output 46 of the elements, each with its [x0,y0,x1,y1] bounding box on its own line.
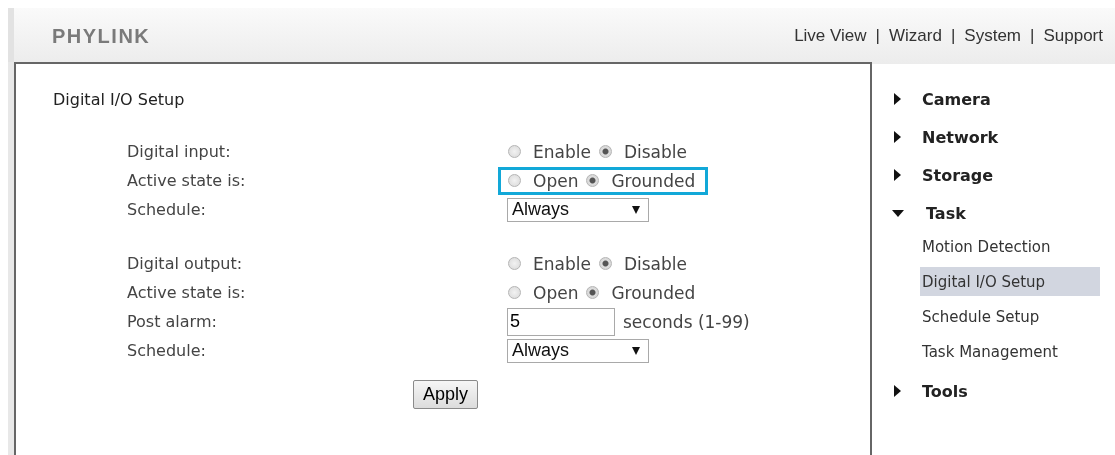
nav-separator: | [950,26,956,46]
unit-label: seconds (1-99) [623,311,750,332]
radio-button[interactable] [586,174,600,187]
nav-separator: | [875,26,880,46]
radio-label: Enable [533,141,591,162]
field-label: Schedule: [127,341,207,360]
sidebar-subitem[interactable]: Task Management [920,337,1100,366]
radio-button[interactable] [586,286,600,299]
sidebar-item[interactable]: Network [892,118,1100,156]
apply-button[interactable]: Apply [413,380,479,409]
sidebar-item[interactable]: Task [892,194,1100,232]
field-label: Digital input: [127,142,232,161]
radio-label: Open [533,170,579,191]
radio-button[interactable] [508,174,521,187]
logo: PHYLINK [52,24,151,48]
radio-button[interactable] [598,257,612,270]
radio-button[interactable] [598,145,612,158]
panel-title: Digital I/O Setup [53,90,186,109]
radio-label: Grounded [611,282,696,303]
radio-label: Disable [623,253,687,274]
nav-separator: | [1030,26,1035,46]
radio-button[interactable] [508,145,521,158]
sidebar-item[interactable]: Camera [892,80,1100,118]
nav-link[interactable]: System [964,26,1022,46]
field-label: Active state is: [127,171,247,190]
sidebar-item[interactable]: Storage [892,156,1100,194]
nav-link[interactable]: Wizard [889,26,942,46]
schedule-dropdown[interactable]: Always [507,197,649,222]
nav-link[interactable]: Support [1043,26,1103,46]
nav-link[interactable]: Live View [794,26,867,46]
input-field[interactable]: 5 [507,307,615,336]
radio-label: Disable [623,141,687,162]
field-label: Schedule: [127,200,207,219]
field-label: Post alarm: [127,312,218,331]
field-label: Digital output: [127,254,244,273]
sidebar-subitem[interactable]: Motion Detection [920,232,1100,261]
sidebar-subitem[interactable]: Digital I/O Setup [920,267,1100,296]
field-label: Active state is: [127,283,247,302]
radio-label: Open [533,282,579,303]
radio-label: Enable [533,253,591,274]
sidebar-subitem[interactable]: Schedule Setup [920,302,1100,331]
radio-label: Grounded [611,170,696,191]
sidebar-item[interactable]: Tools [892,372,1100,410]
radio-button[interactable] [508,286,521,299]
radio-button[interactable] [508,257,521,270]
schedule-dropdown[interactable]: Always [507,338,649,363]
